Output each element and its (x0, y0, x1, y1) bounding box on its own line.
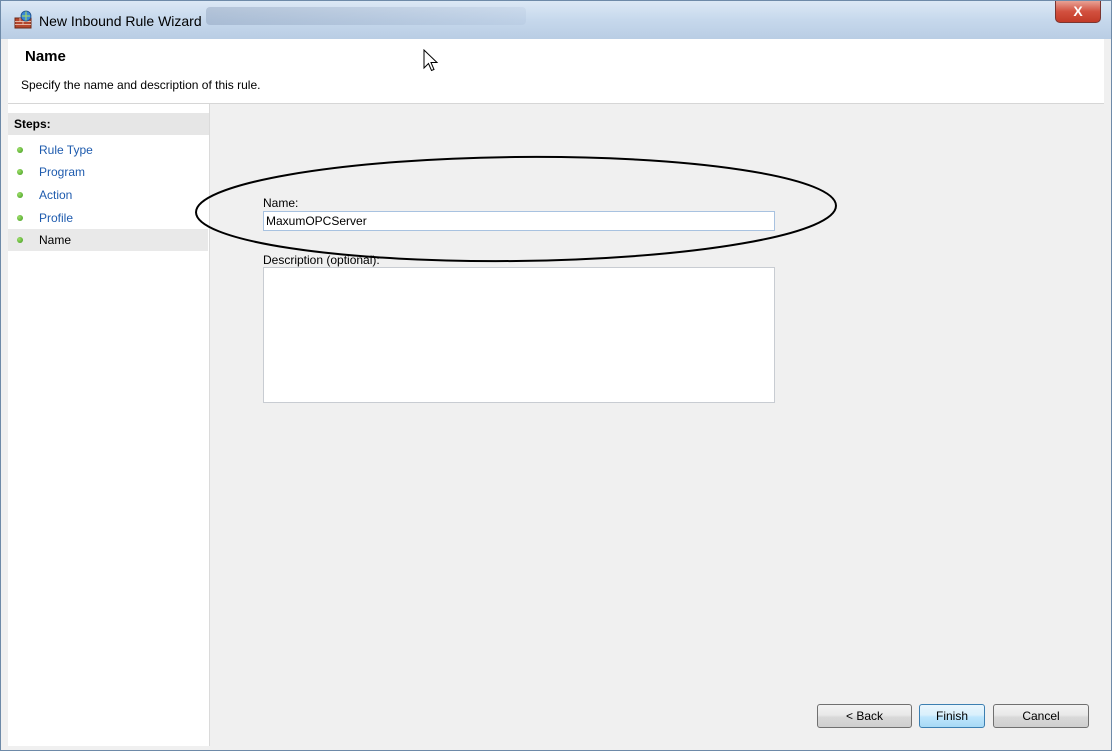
background-window-title-blur (206, 7, 526, 25)
wizard-header: Name Specify the name and description of… (8, 39, 1104, 104)
step-bullet-icon (17, 147, 23, 153)
close-button[interactable]: X (1055, 1, 1101, 23)
mouse-cursor-icon (423, 49, 439, 72)
step-bullet-icon (17, 237, 23, 243)
sidebar-item-profile[interactable]: Profile (8, 207, 208, 229)
page-title: Name (25, 48, 66, 65)
sidebar-item-action[interactable]: Action (8, 184, 208, 206)
window-title: New Inbound Rule Wizard (39, 13, 202, 29)
sidebar-item-label: Rule Type (39, 143, 93, 157)
description-input[interactable] (263, 267, 775, 403)
sidebar-item-label: Name (39, 233, 72, 247)
sidebar-item-label: Profile (39, 211, 74, 225)
sidebar-item-name[interactable]: Name (8, 229, 208, 251)
step-bullet-icon (17, 215, 23, 221)
sidebar-item-program[interactable]: Program (8, 161, 208, 183)
steps-sidebar: Steps: Rule Type Program Action Profile … (8, 104, 210, 746)
cancel-button[interactable]: Cancel (993, 704, 1089, 728)
back-button[interactable]: < Back (817, 704, 912, 728)
page-description: Specify the name and description of this… (21, 78, 261, 92)
firewall-icon (14, 10, 32, 29)
step-bullet-icon (17, 192, 23, 198)
step-bullet-icon (17, 169, 23, 175)
wizard-window: New Inbound Rule Wizard X Name Specify t… (0, 0, 1112, 751)
sidebar-item-label: Action (39, 188, 73, 202)
title-bar[interactable]: New Inbound Rule Wizard X (1, 1, 1111, 39)
steps-heading: Steps: (8, 113, 209, 135)
sidebar-item-label: Program (39, 165, 86, 179)
finish-button[interactable]: Finish (919, 704, 985, 728)
highlight-ellipse-annotation (195, 155, 837, 263)
sidebar-item-rule-type[interactable]: Rule Type (8, 139, 208, 161)
